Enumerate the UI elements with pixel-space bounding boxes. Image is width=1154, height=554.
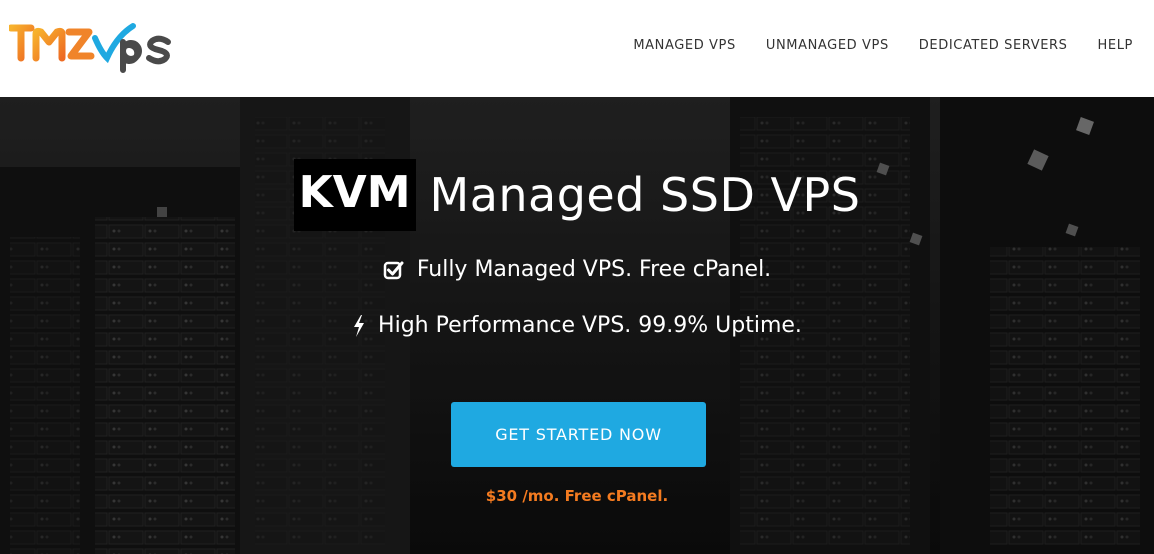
get-started-button[interactable]: GET STARTED NOW: [451, 402, 706, 467]
nav-managed-vps[interactable]: MANAGED VPS: [633, 38, 736, 53]
checkbox-icon: [383, 259, 405, 281]
main-nav: MANAGED VPS UNMANAGED VPS DEDICATED SERV…: [603, 38, 1133, 53]
hero-section: KVM Managed SSD VPS Fully Managed VPS. F…: [0, 97, 1154, 554]
headline-text: Managed SSD VPS: [429, 168, 861, 222]
feature-item: Fully Managed VPS. Free cPanel.: [0, 257, 1154, 287]
nav-unmanaged-vps[interactable]: UNMANAGED VPS: [766, 38, 889, 53]
lightning-icon: [352, 314, 366, 338]
feature-item: High Performance VPS. 99.9% Uptime.: [0, 313, 1154, 344]
nav-dedicated-servers[interactable]: DEDICATED SERVERS: [919, 38, 1068, 53]
headline-kvm-highlight: KVM: [293, 159, 416, 231]
tmzvps-logo[interactable]: [9, 18, 174, 74]
feature-text: High Performance VPS. 99.9% Uptime.: [378, 313, 802, 338]
feature-text: Fully Managed VPS. Free cPanel.: [416, 257, 772, 282]
hero-headline: KVM Managed SSD VPS: [0, 159, 1154, 233]
nav-help[interactable]: HELP: [1098, 38, 1133, 53]
site-header: MANAGED VPS UNMANAGED VPS DEDICATED SERV…: [0, 0, 1154, 97]
price-note: $30 /mo. Free cPanel.: [485, 487, 669, 505]
